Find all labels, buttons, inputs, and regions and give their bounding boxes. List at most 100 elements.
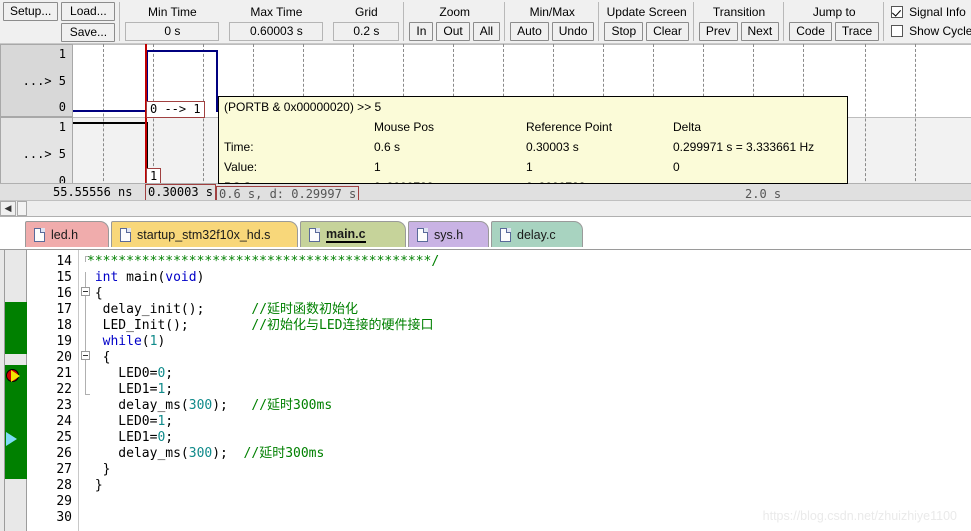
code-line[interactable]: ****************************************… [87,254,439,270]
cursor-time-box: 0.30003 s [145,184,217,201]
value-delta-value: 0 [673,160,680,174]
code-line[interactable]: LED1=1; [87,382,173,398]
zoom-label: Zoom [439,4,471,19]
show-cycles-checkbox-row[interactable]: Show Cycles [891,22,971,41]
code-editor[interactable]: 14 15 16 17 18 19 20 21 22 23 24 25 26 27 28 29 30 *****… [0,250,971,531]
file-document-icon [500,227,511,242]
line-number: 17 [56,302,72,317]
jump-trace-button[interactable]: Trace [834,21,880,41]
code-token: void [165,270,197,285]
zoom-in-button[interactable]: In [409,21,434,41]
signal-label-2[interactable]: 1 ...> 5 0 [0,117,73,191]
jump-code-button[interactable]: Code [789,21,832,41]
toolbar-group-options: Signal Info Show Cycles [884,0,971,43]
code-token: { [87,350,111,365]
waveform-status-bar: 55.55556 ns 0.30003 s 0.6 s, d: 0.29997 … [0,183,971,203]
code-token: delay_ms( [87,446,189,461]
line-number: 15 [56,270,72,285]
code-token: delay_ms( [87,398,189,413]
code-token: { [87,286,103,301]
time-mouse-value: 0.6 s [374,140,401,154]
scroll-left-arrow-icon[interactable]: ◀ [0,201,16,216]
max-time-field[interactable]: 0.60003 s [229,21,324,41]
toolbar-group-min-time: Min Time 0 s [120,0,224,43]
editor-tab-label: delay.c [517,227,556,242]
line-number: 21 [56,366,72,381]
code-line[interactable]: delay_ms(300); //延时300ms [87,398,332,414]
editor-marker-column[interactable] [0,250,27,531]
signal-info-checkbox-icon[interactable] [891,6,904,18]
editor-tab-main-c[interactable]: main.c [300,221,406,247]
save-button[interactable]: Save... [61,22,116,42]
code-token: ); [212,398,252,413]
grid-field[interactable]: 0.2 s [333,21,400,41]
toolbar-group-update-screen: Update Screen Stop Clear [599,0,695,43]
editor-tab-sys-h[interactable]: sys.h [408,221,489,247]
update-screen-label: Update Screen [606,4,687,19]
editor-tab-led-h[interactable]: led.h [25,221,109,247]
transition-prev-button[interactable]: Prev [698,21,738,41]
time-resolution-text: 55.55556 ns [53,185,133,199]
show-cycles-checkbox-icon[interactable] [891,25,904,37]
code-token: int [94,270,119,285]
setup-button[interactable]: Setup... [3,1,59,21]
code-token: LED0= [87,366,158,381]
code-line[interactable]: } [87,478,103,494]
toolbar-group-minmax: Min/Max Auto Undo [505,0,600,43]
code-line[interactable]: LED0=1; [87,414,173,430]
watermark-text: https://blog.csdn.net/zhuizhiye1100 [762,509,957,523]
signal-expression: (PORTB & 0x00000020) >> 5 [224,100,382,114]
code-line[interactable]: delay_init(); //延时函数初始化 [87,302,358,318]
update-stop-button[interactable]: Stop [604,21,644,41]
code-token: //延时300ms [251,398,333,413]
file-document-icon [120,227,131,242]
zoom-all-button[interactable]: All [472,21,501,41]
breakpoint-icon[interactable] [6,369,21,384]
line-number: 30 [56,510,72,525]
minmax-label: Min/Max [529,4,575,19]
transition-next-button[interactable]: Next [740,21,780,41]
toolbar-group-grid: Grid 0.2 s [328,0,405,43]
logic-analyzer-toolbar: Setup... Load... Save... Min Time 0 s Ma… [0,0,971,44]
code-line[interactable]: delay_ms(300); //延时300ms [87,446,324,462]
code-line[interactable]: } [87,462,111,478]
code-line[interactable]: LED_Init(); //初始化与LED连接的硬件接口 [87,318,434,334]
minmax-undo-button[interactable]: Undo [551,21,595,41]
editor-code-pane[interactable]: ****************************************… [78,250,971,531]
code-line[interactable]: int main(void) [87,270,205,286]
signal-label-1[interactable]: 1 ...> 5 0 [0,44,73,117]
scrollbar-thumb[interactable] [17,201,27,216]
signal-info-panel: (PORTB & 0x00000020) >> 5 Mouse Pos Refe… [218,96,848,184]
code-token: //初始化与LED连接的硬件接口 [251,318,434,333]
code-line[interactable]: LED1=0; [87,430,173,446]
zoom-out-button[interactable]: Out [436,21,470,41]
code-line[interactable]: while(1) [87,334,166,350]
update-clear-button[interactable]: Clear [646,21,689,41]
grid-label: Grid [355,4,378,19]
min-time-field[interactable]: 0 s [125,21,220,41]
waveform-horizontal-scrollbar[interactable]: ◀ [0,200,971,217]
code-line[interactable]: { [87,350,111,366]
code-token: LED1= [87,430,158,445]
editor-tab-label: led.h [51,227,79,242]
editor-tab-startup-stm32f10x-hd-s[interactable]: startup_stm32f10x_hd.s [111,221,298,247]
file-document-icon [309,227,320,242]
code-token: ( [141,334,150,349]
line-number: 27 [56,462,72,477]
program-counter-arrow-icon [6,432,17,446]
editor-tab-delay-c[interactable]: delay.c [491,221,583,247]
code-line[interactable]: { [87,286,103,302]
signal-info-checkbox-row[interactable]: Signal Info [891,3,971,22]
column-header-mouse-pos: Mouse Pos [374,120,435,134]
minmax-auto-button[interactable]: Auto [510,21,549,41]
load-button[interactable]: Load... [61,1,116,21]
code-token: } [87,462,111,477]
gridline [915,44,916,191]
signal-1-low-value: 0 [58,100,66,114]
code-line[interactable]: LED0=0; [87,366,173,382]
gridline [865,44,866,191]
signal-1-low-segment [73,110,146,112]
min-time-label: Min Time [148,4,197,19]
signal-info-label: Signal Info [909,5,966,19]
line-number: 25 [56,430,72,445]
